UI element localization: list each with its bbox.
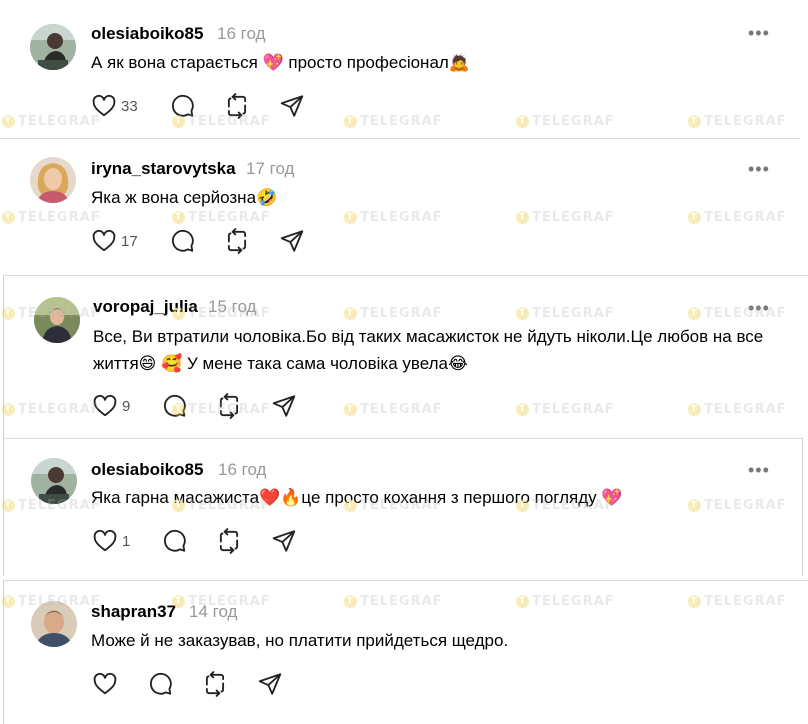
repost-arrows-icon[interactable] — [224, 228, 250, 254]
heart-outline-icon[interactable] — [91, 93, 117, 119]
comment-card: iryna_starovytska 17 год ••• Яка ж вона … — [0, 138, 800, 275]
repost-arrows-icon[interactable] — [216, 393, 242, 419]
comment-card: voropaj_julia 15 год ••• Все, Ви втратил… — [3, 275, 808, 438]
avatar[interactable] — [34, 297, 80, 343]
avatar[interactable] — [30, 157, 76, 203]
like-count: 17 — [121, 233, 138, 250]
divider — [802, 438, 803, 576]
like-count: 33 — [121, 98, 138, 115]
heart-outline-icon[interactable] — [92, 393, 118, 419]
comment-time: 16 год — [217, 24, 266, 43]
repost-arrows-icon[interactable] — [216, 528, 242, 554]
more-options-icon[interactable]: ••• — [748, 461, 770, 479]
comment-username[interactable]: olesiaboiko85 — [91, 24, 203, 44]
like-count: 9 — [122, 398, 131, 415]
heart-outline-icon[interactable] — [92, 528, 118, 554]
divider — [3, 275, 808, 276]
repost-arrows-icon[interactable] — [202, 671, 228, 697]
divider — [3, 275, 4, 438]
comment-time: 15 год — [208, 297, 257, 316]
divider — [3, 580, 4, 724]
heart-outline-icon[interactable] — [92, 671, 118, 697]
speech-bubble-icon[interactable] — [161, 528, 187, 554]
comment-text: Все, Ви втратили чоловіка.Бо від таких м… — [93, 327, 764, 373]
speech-bubble-icon[interactable] — [169, 93, 195, 119]
avatar[interactable] — [31, 601, 77, 647]
more-options-icon[interactable]: ••• — [748, 24, 770, 42]
send-paper-plane-icon[interactable] — [279, 228, 305, 254]
repost-arrows-icon[interactable] — [224, 93, 250, 119]
comment-username[interactable]: voropaj_julia — [93, 297, 198, 317]
comment-card: olesiaboiko85 16 год ••• Яка гарна масаж… — [3, 438, 803, 576]
send-paper-plane-icon[interactable] — [271, 528, 297, 554]
heart-outline-icon[interactable] — [91, 228, 117, 254]
comment-card: olesiaboiko85 16 год ••• А як вона стара… — [0, 0, 800, 138]
divider — [3, 438, 803, 439]
comment-username[interactable]: iryna_starovytska — [91, 159, 236, 179]
comment-username[interactable]: shapran37 — [91, 602, 176, 622]
divider — [3, 438, 4, 576]
comment-time: 16 год — [218, 460, 267, 479]
avatar[interactable] — [31, 458, 77, 504]
divider — [0, 138, 800, 139]
send-paper-plane-icon[interactable] — [271, 393, 297, 419]
speech-bubble-icon[interactable] — [147, 671, 173, 697]
comment-text: А як вона старається 💖 просто професіона… — [91, 53, 470, 72]
comment-card: shapran37 14 год Може й не заказував, но… — [3, 580, 808, 724]
comment-text: Яка гарна масажиста❤️🔥це просто кохання … — [91, 488, 623, 507]
comment-text: Може й не заказував, но платити прийдеть… — [91, 631, 509, 650]
speech-bubble-icon[interactable] — [169, 228, 195, 254]
like-count: 1 — [122, 533, 131, 550]
comment-username[interactable]: olesiaboiko85 — [91, 460, 203, 480]
comment-time: 14 год — [189, 602, 238, 621]
speech-bubble-icon[interactable] — [161, 393, 187, 419]
comment-text: Яка ж вона серйозна🤣 — [91, 188, 278, 207]
avatar[interactable] — [30, 24, 76, 70]
send-paper-plane-icon[interactable] — [279, 93, 305, 119]
more-options-icon[interactable]: ••• — [748, 160, 770, 178]
send-paper-plane-icon[interactable] — [257, 671, 283, 697]
more-options-icon[interactable]: ••• — [748, 299, 770, 317]
comment-time: 17 год — [246, 159, 295, 178]
divider — [3, 580, 808, 581]
